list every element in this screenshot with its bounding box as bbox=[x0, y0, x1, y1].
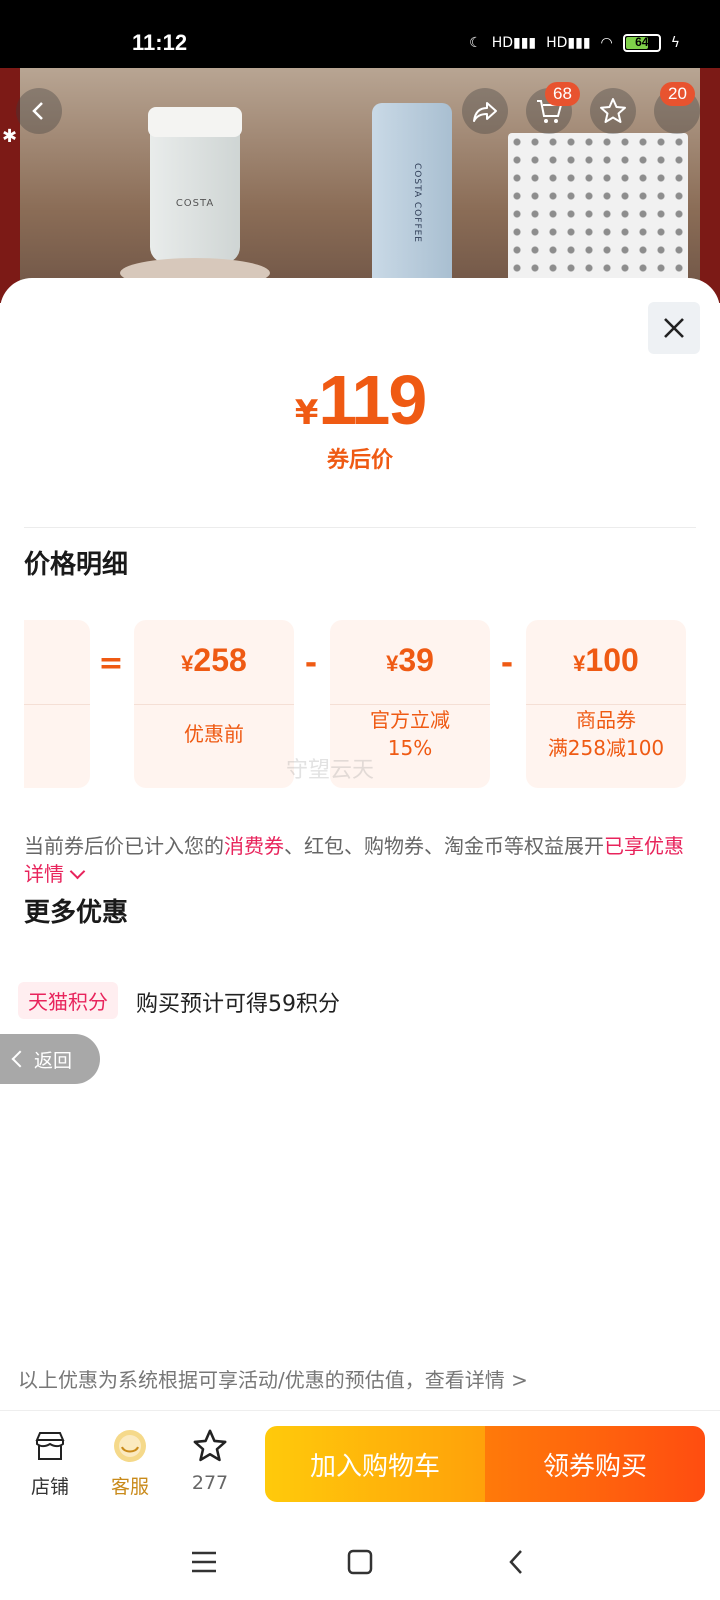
signal2-icon: HD▮▮▮ bbox=[546, 35, 591, 51]
close-button[interactable] bbox=[648, 302, 700, 354]
status-icons: ☾ HD▮▮▮ HD▮▮▮ ◠ 64 ϟ bbox=[469, 34, 680, 52]
share-button[interactable] bbox=[462, 88, 508, 134]
close-icon bbox=[664, 318, 684, 338]
breakdown-card-original: ¥258 优惠前 bbox=[134, 620, 294, 788]
store-icon bbox=[35, 1432, 65, 1460]
service-icon bbox=[114, 1430, 146, 1462]
home-square-icon bbox=[347, 1549, 373, 1575]
breakdown-label: 商品券 满258减100 bbox=[547, 708, 665, 760]
chevron-left-icon bbox=[509, 1550, 522, 1574]
home-nav-button[interactable] bbox=[340, 1542, 380, 1582]
breakdown-card-coupon: ¥100 商品券 满258减100 bbox=[526, 620, 686, 788]
breakdown-value: ¥258 bbox=[181, 642, 247, 678]
price-detail-title: 价格明细 bbox=[24, 550, 129, 580]
system-nav-bar bbox=[0, 1522, 720, 1600]
product-image: ✱ COSTA COSTA COFFEE 68 20 bbox=[0, 68, 720, 313]
star-icon bbox=[600, 98, 626, 123]
star-icon bbox=[193, 1429, 227, 1462]
chevron-left-icon bbox=[11, 1050, 29, 1068]
cart-badge: 68 bbox=[545, 82, 580, 106]
add-to-cart-button[interactable]: 加入购物车 bbox=[265, 1426, 485, 1502]
divider bbox=[0, 1410, 720, 1411]
cup-brand-text-2: COSTA COFFEE bbox=[412, 163, 422, 243]
customer-service-button[interactable]: 客服 bbox=[90, 1426, 170, 1499]
final-price: ¥119 bbox=[0, 360, 720, 440]
price-detail-sheet bbox=[0, 278, 720, 1600]
wifi-icon: ◠ bbox=[600, 35, 613, 51]
watermark: 守望云天 bbox=[286, 758, 375, 783]
operator-minus: - bbox=[500, 646, 514, 681]
menu-icon bbox=[192, 1551, 216, 1573]
charging-icon: ϟ bbox=[670, 35, 680, 51]
breakdown-label: 价 bbox=[24, 720, 90, 748]
share-icon bbox=[473, 102, 497, 122]
benefit-note: 当前券后价已计入您的消费券、红包、购物券、淘金币等权益展开已享优惠详情 bbox=[24, 834, 684, 886]
breakdown-card-partial: 9 价 bbox=[24, 620, 90, 788]
back-button[interactable] bbox=[16, 88, 62, 134]
buy-with-coupon-button[interactable]: 领券购买 bbox=[485, 1426, 705, 1502]
moon-icon: ☾ bbox=[469, 35, 482, 51]
chevron-down-icon bbox=[69, 863, 86, 880]
back-nav-button[interactable] bbox=[496, 1542, 536, 1582]
status-time: 11:12 bbox=[132, 30, 188, 55]
battery-level: 64 bbox=[635, 35, 649, 49]
status-bar: 11:12 ☾ HD▮▮▮ HD▮▮▮ ◠ 64 ϟ bbox=[0, 0, 720, 68]
battery-icon: 64 bbox=[622, 34, 661, 52]
consumer-coupon-link[interactable]: 消费券 bbox=[224, 834, 284, 858]
price-value: 119 bbox=[318, 361, 427, 439]
breakdown-value: ¥39 bbox=[386, 642, 434, 678]
favorites-button[interactable]: 277 bbox=[170, 1426, 250, 1494]
product-cup-left: COSTA bbox=[148, 107, 242, 263]
breakdown-value: ¥100 bbox=[573, 642, 639, 678]
return-button[interactable]: 返回 bbox=[0, 1034, 100, 1084]
cup-brand-text: COSTA bbox=[175, 198, 215, 209]
price-currency: ¥ bbox=[294, 393, 319, 433]
menu-nav-button[interactable] bbox=[184, 1542, 224, 1582]
signal-icon: HD▮▮▮ bbox=[491, 35, 537, 51]
divider bbox=[24, 527, 696, 528]
more-offers-title: 更多优惠 bbox=[24, 898, 129, 928]
more-badge: 20 bbox=[660, 82, 695, 106]
final-price-label: 券后价 bbox=[326, 448, 393, 473]
flower-icon: ✱ bbox=[2, 126, 18, 147]
operator-minus: - bbox=[304, 646, 318, 681]
store-button[interactable]: 店铺 bbox=[10, 1426, 90, 1499]
operator-equals: = bbox=[98, 646, 124, 681]
tmall-points-tag: 天猫积分 bbox=[18, 982, 118, 1019]
points-text: 购买预计可得59积分 bbox=[136, 992, 340, 1017]
breakdown-value: 9 bbox=[24, 642, 90, 679]
estimate-footnote[interactable]: 以上优惠为系统根据可享活动/优惠的预估值，查看详情 > bbox=[18, 1364, 528, 1393]
chevron-left-icon bbox=[32, 102, 43, 120]
breakdown-label: 优惠前 bbox=[184, 722, 244, 746]
favorite-button[interactable] bbox=[590, 88, 636, 134]
